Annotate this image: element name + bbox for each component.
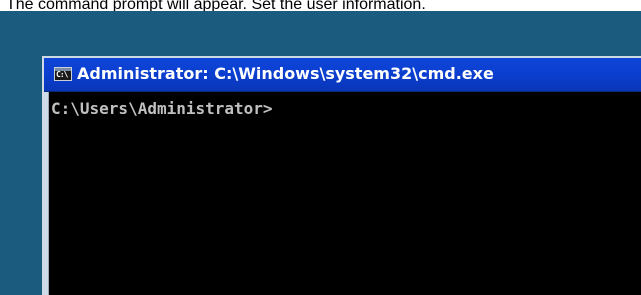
window-title: Administrator: C:\Windows\system32\cmd.e… bbox=[77, 64, 494, 83]
command-prompt[interactable]: C:\Users\Administrator> bbox=[51, 98, 273, 120]
cmd-window[interactable]: C:\ Administrator: C:\Windows\system32\c… bbox=[42, 56, 641, 295]
cmd-icon[interactable]: C:\ bbox=[54, 67, 72, 81]
cmd-icon-glyph: C:\ bbox=[56, 70, 68, 79]
console-area[interactable]: C:\Users\Administrator> bbox=[48, 92, 641, 295]
screenshot: The command prompt will appear. Set the … bbox=[0, 0, 641, 295]
desktop-background: C:\ Administrator: C:\Windows\system32\c… bbox=[0, 11, 641, 295]
window-titlebar[interactable]: C:\ Administrator: C:\Windows\system32\c… bbox=[44, 58, 641, 92]
